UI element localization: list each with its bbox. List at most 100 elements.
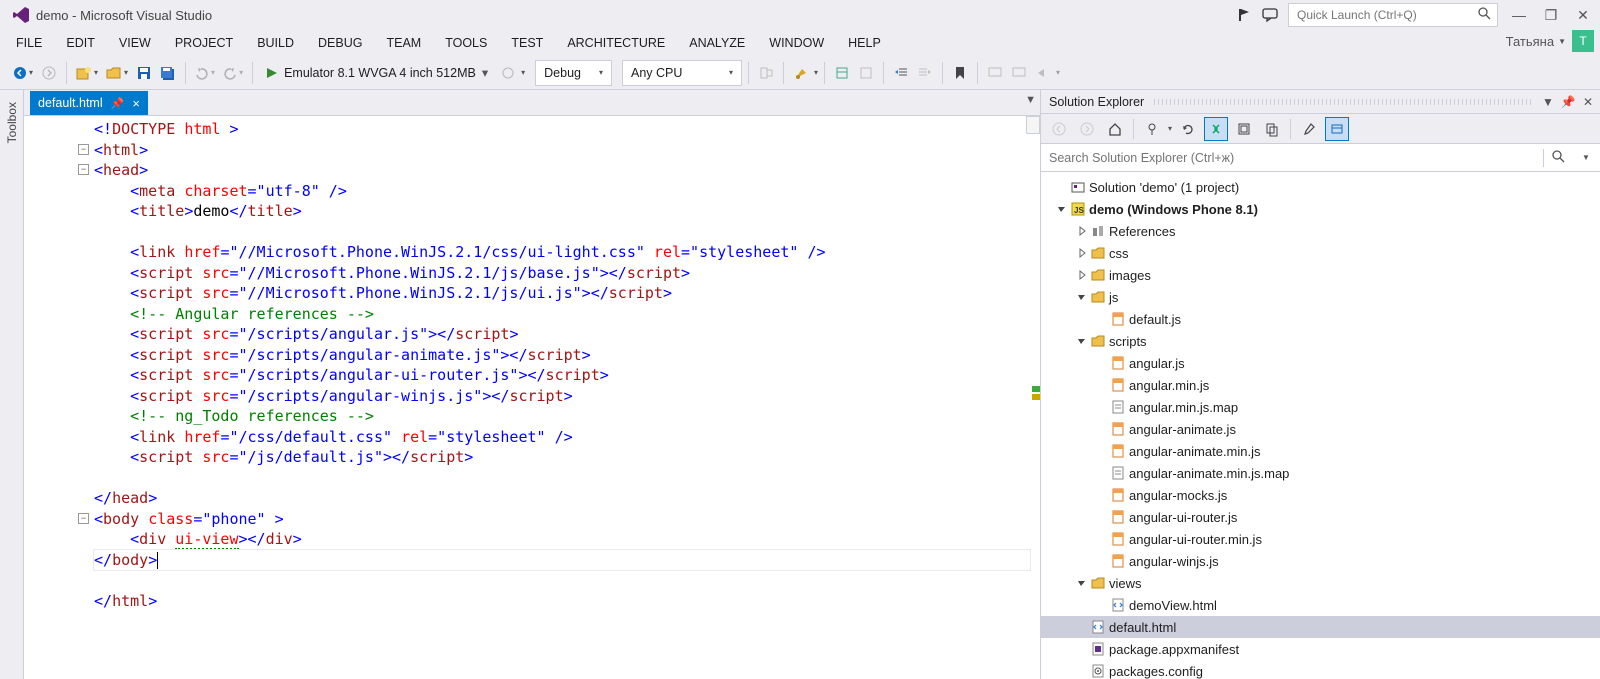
collapse-all-icon[interactable] bbox=[1232, 117, 1256, 141]
menu-project[interactable]: PROJECT bbox=[163, 30, 245, 56]
tree-item[interactable]: angular-animate.min.js.map bbox=[1041, 462, 1600, 484]
tree-item[interactable]: demoView.html bbox=[1041, 594, 1600, 616]
panel-menu-caret-icon[interactable]: ▼ bbox=[1540, 95, 1556, 109]
debug-dropdown-caret[interactable]: ▾ bbox=[521, 68, 525, 77]
new-project-button[interactable]: ▾ bbox=[73, 60, 101, 86]
panel-pin-icon[interactable]: 📌 bbox=[1560, 95, 1576, 109]
start-debugging-button[interactable]: Emulator 8.1 WVGA 4 inch 512MB ▾ bbox=[259, 60, 495, 86]
tree-expander-icon[interactable] bbox=[1075, 270, 1089, 280]
tree-item[interactable]: angular-ui-router.min.js bbox=[1041, 528, 1600, 550]
tool-btn-last[interactable] bbox=[1032, 60, 1054, 86]
save-button[interactable] bbox=[133, 60, 155, 86]
nav-forward-button[interactable] bbox=[38, 60, 60, 86]
tree-item[interactable]: packages.config bbox=[1041, 660, 1600, 679]
panel-close-icon[interactable]: ✕ bbox=[1580, 95, 1596, 109]
redo-button[interactable]: ▾ bbox=[220, 60, 246, 86]
menu-debug[interactable]: DEBUG bbox=[306, 30, 374, 56]
tab-default-html[interactable]: default.html 📌 × bbox=[30, 91, 148, 115]
user-menu-caret-icon[interactable]: ▼ bbox=[1558, 37, 1566, 46]
refresh-icon[interactable] bbox=[1176, 117, 1200, 141]
menu-help[interactable]: HELP bbox=[836, 30, 893, 56]
menu-window[interactable]: WINDOW bbox=[757, 30, 836, 56]
nav-back-icon[interactable] bbox=[1047, 117, 1071, 141]
nav-back-button[interactable]: ▾ bbox=[10, 60, 36, 86]
sync-active-doc-icon[interactable] bbox=[1204, 117, 1228, 141]
tool-btn-1[interactable] bbox=[755, 60, 777, 86]
tool-btn-2-caret[interactable]: ▾ bbox=[814, 68, 818, 77]
menu-test[interactable]: TEST bbox=[499, 30, 555, 56]
panel-header[interactable]: Solution Explorer ▼ 📌 ✕ bbox=[1041, 90, 1600, 114]
scope-icon[interactable] bbox=[1140, 117, 1164, 141]
solution-tree[interactable]: Solution 'demo' (1 project)JSdemo (Windo… bbox=[1041, 172, 1600, 679]
outline-toggle-icon[interactable]: − bbox=[78, 513, 89, 524]
undo-button[interactable]: ▾ bbox=[192, 60, 218, 86]
tree-item[interactable]: angular-animate.js bbox=[1041, 418, 1600, 440]
tree-item[interactable]: js bbox=[1041, 286, 1600, 308]
tree-item[interactable]: scripts bbox=[1041, 330, 1600, 352]
solution-search[interactable]: ▼ bbox=[1041, 144, 1600, 172]
tree-item[interactable]: angular.min.js bbox=[1041, 374, 1600, 396]
notifications-flag-icon[interactable] bbox=[1236, 7, 1252, 23]
tree-expander-icon[interactable] bbox=[1075, 578, 1089, 588]
nav-fwd-icon[interactable] bbox=[1075, 117, 1099, 141]
scope-caret[interactable]: ▾ bbox=[1168, 124, 1172, 133]
menu-tools[interactable]: TOOLS bbox=[433, 30, 499, 56]
tree-item[interactable]: images bbox=[1041, 264, 1600, 286]
tree-expander-icon[interactable] bbox=[1075, 292, 1089, 302]
tree-item[interactable]: References bbox=[1041, 220, 1600, 242]
outline-toggle-icon[interactable]: − bbox=[78, 144, 89, 155]
tree-item[interactable]: Solution 'demo' (1 project) bbox=[1041, 176, 1600, 198]
toolbox-tab[interactable]: Toolbox bbox=[0, 90, 24, 679]
tree-item[interactable]: angular-animate.min.js bbox=[1041, 440, 1600, 462]
tool-btn-4[interactable] bbox=[855, 60, 877, 86]
menu-edit[interactable]: EDIT bbox=[54, 30, 106, 56]
comment-button[interactable] bbox=[984, 60, 1006, 86]
menu-file[interactable]: FILE bbox=[4, 30, 54, 56]
preview-icon[interactable] bbox=[1325, 117, 1349, 141]
tool-btn-3[interactable] bbox=[831, 60, 853, 86]
tree-expander-icon[interactable] bbox=[1075, 336, 1089, 346]
search-icon[interactable] bbox=[1544, 150, 1572, 166]
close-tab-icon[interactable]: × bbox=[132, 96, 140, 111]
user-name[interactable]: Татьяна bbox=[1506, 34, 1554, 49]
close-button[interactable]: ✕ bbox=[1572, 7, 1594, 24]
tree-item[interactable]: views bbox=[1041, 572, 1600, 594]
tree-item[interactable]: default.html bbox=[1041, 616, 1600, 638]
minimize-button[interactable]: — bbox=[1508, 7, 1530, 23]
menu-team[interactable]: TEAM bbox=[374, 30, 433, 56]
bookmark-button[interactable] bbox=[949, 60, 971, 86]
outline-toggle-icon[interactable]: − bbox=[78, 164, 89, 175]
open-file-button[interactable]: ▾ bbox=[103, 60, 131, 86]
code-content[interactable]: <!DOCTYPE html > <html> <head> <meta cha… bbox=[24, 116, 1040, 614]
run-target-more[interactable] bbox=[497, 60, 519, 86]
home-icon[interactable] bbox=[1103, 117, 1127, 141]
tree-expander-icon[interactable] bbox=[1075, 248, 1089, 258]
save-all-button[interactable] bbox=[157, 60, 179, 86]
tree-item[interactable]: angular.min.js.map bbox=[1041, 396, 1600, 418]
tree-expander-icon[interactable] bbox=[1055, 204, 1069, 214]
solution-config-combo[interactable]: Debug▾ bbox=[535, 60, 612, 86]
outdent-button[interactable] bbox=[890, 60, 912, 86]
tree-item[interactable]: angular-winjs.js bbox=[1041, 550, 1600, 572]
menu-view[interactable]: VIEW bbox=[107, 30, 163, 56]
uncomment-button[interactable] bbox=[1008, 60, 1030, 86]
search-options-caret[interactable]: ▼ bbox=[1572, 153, 1600, 162]
tree-item[interactable]: css bbox=[1041, 242, 1600, 264]
show-all-files-icon[interactable] bbox=[1260, 117, 1284, 141]
menu-analyze[interactable]: ANALYZE bbox=[677, 30, 757, 56]
restore-button[interactable]: ❐ bbox=[1540, 7, 1562, 24]
quick-launch-input[interactable] bbox=[1295, 7, 1478, 23]
tree-item[interactable]: angular-mocks.js bbox=[1041, 484, 1600, 506]
tree-item[interactable]: angular-ui-router.js bbox=[1041, 506, 1600, 528]
code-editor[interactable]: <!DOCTYPE html > <html> <head> <meta cha… bbox=[24, 116, 1040, 679]
tool-btn-2[interactable] bbox=[790, 60, 812, 86]
tab-overflow-caret[interactable]: ▼ bbox=[1025, 94, 1036, 106]
tree-item[interactable]: JSdemo (Windows Phone 8.1) bbox=[1041, 198, 1600, 220]
solution-search-input[interactable] bbox=[1041, 151, 1543, 165]
user-avatar[interactable]: T bbox=[1572, 30, 1594, 52]
properties-icon[interactable] bbox=[1297, 117, 1321, 141]
feedback-icon[interactable] bbox=[1262, 7, 1278, 23]
quick-launch[interactable] bbox=[1288, 3, 1498, 27]
tree-item[interactable]: default.js bbox=[1041, 308, 1600, 330]
indent-button[interactable] bbox=[914, 60, 936, 86]
